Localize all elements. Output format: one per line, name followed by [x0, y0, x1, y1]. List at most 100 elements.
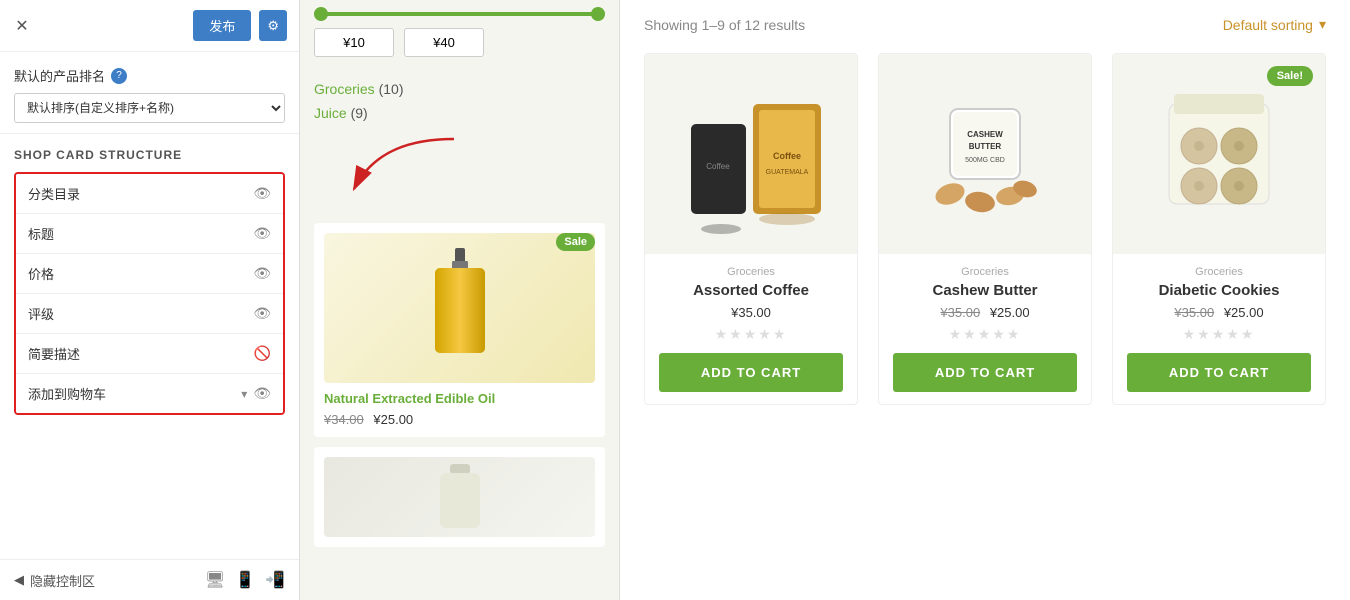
product-image-cashew: CASHEW BUTTER 500MG CBD [879, 54, 1091, 254]
sort-select[interactable]: 默认排序(自定义排序+名称) [14, 93, 285, 123]
stars-cookies: ★★★★★ [1127, 326, 1311, 343]
card-item-label-rating: 评级 [28, 304, 54, 323]
help-icon[interactable]: ? [111, 68, 127, 84]
price-new-cashew: ¥25.00 [990, 305, 1030, 320]
sorting-label: Default sorting [1223, 17, 1313, 33]
sale-badge-cookies: Sale! [1267, 66, 1313, 86]
filter-section: Groceries (10) Juice (9) [314, 81, 605, 129]
product-card-coffee: Coffee Coffee GUATEMALA Groceries Assort… [644, 53, 858, 405]
left-panel: ✕ 发布 ⚙ 默认的产品排名 ? 默认排序(自定义排序+名称) SHOP CAR… [0, 0, 300, 600]
price-old-cookies: ¥35.00 [1174, 305, 1214, 320]
product-info-cashew: Groceries Cashew Butter ¥35.00 ¥25.00 ★★… [879, 254, 1091, 404]
middle-product-card: Sale Natural Extracted Edible Oil ¥34.0 [314, 223, 605, 437]
shop-card-title: SHOP CARD STRUCTURE [14, 148, 285, 162]
eye-icon-cart[interactable]: 👁 [253, 385, 271, 402]
results-text: Showing 1–9 of 12 results [644, 17, 805, 33]
price-min-input[interactable] [314, 28, 394, 57]
results-header: Showing 1–9 of 12 results Default sortin… [644, 16, 1326, 33]
svg-text:BUTTER: BUTTER [969, 142, 1002, 151]
card-item-label-title: 标题 [28, 224, 54, 243]
product-image-cookies: Sale! [1113, 54, 1325, 254]
juice-count: (9) [351, 105, 368, 121]
filter-juice[interactable]: Juice (9) [314, 105, 605, 121]
price-range [314, 12, 605, 57]
eye-off-icon-desc[interactable]: 🚫 [254, 345, 271, 362]
chevron-down-icon-cart[interactable]: ▾ [241, 387, 247, 401]
product-image-coffee: Coffee Coffee GUATEMALA [645, 54, 857, 254]
product-category-cookies: Groceries [1127, 266, 1311, 278]
hide-panel-label: 隐藏控制区 [30, 571, 95, 590]
card-item-label-price: 价格 [28, 264, 54, 283]
right-panel: Showing 1–9 of 12 results Default sortin… [620, 0, 1350, 600]
add-to-cart-cashew[interactable]: ADD TO CART [893, 353, 1077, 392]
close-button[interactable]: ✕ [12, 16, 32, 36]
price-old: ¥34.00 [324, 412, 364, 427]
filter-groceries[interactable]: Groceries (10) [314, 81, 605, 97]
svg-text:GUATEMALA: GUATEMALA [766, 169, 809, 176]
desktop-icon[interactable]: 🖥 [205, 570, 225, 590]
card-item-label-category: 分类目录 [28, 184, 80, 203]
card-item-label-cart: 添加到购物车 [28, 384, 106, 403]
price-new-coffee: ¥35.00 [731, 305, 771, 320]
card-item-category: 分类目录 👁 [16, 174, 283, 214]
product-card-cookies: Sale! Groceries [1112, 53, 1326, 405]
product-name: Natural Extracted Edible Oil [324, 391, 595, 408]
products-grid: Coffee Coffee GUATEMALA Groceries Assort… [644, 53, 1326, 405]
lotion-bottle-svg [435, 459, 485, 534]
range-track[interactable] [314, 12, 605, 16]
mobile-icon[interactable]: 📲 [265, 570, 285, 590]
arrow-svg [314, 129, 494, 209]
sorting-select[interactable]: Default sorting ▾ [1223, 16, 1326, 33]
coffee-svg: Coffee Coffee GUATEMALA [671, 74, 831, 234]
card-item-icons-cart: ▾ 👁 [241, 385, 271, 402]
groceries-count: (10) [379, 81, 404, 97]
card-item-icons-desc: 🚫 [254, 345, 271, 362]
price-inputs [314, 28, 605, 57]
card-item-cart: 添加到购物车 ▾ 👁 [16, 374, 283, 413]
card-item-icons-rating: 👁 [253, 305, 271, 322]
sort-section: 默认的产品排名 ? 默认排序(自定义排序+名称) [0, 52, 299, 134]
middle-product2-card [314, 447, 605, 547]
product-title-cookies: Diabetic Cookies [1127, 282, 1311, 299]
card-item-title: 标题 👁 [16, 214, 283, 254]
oil-bottle-svg [425, 243, 495, 373]
card-item-price: 价格 👁 [16, 254, 283, 294]
svg-text:500MG CBD: 500MG CBD [965, 157, 1005, 164]
add-to-cart-cookies[interactable]: ADD TO CART [1127, 353, 1311, 392]
sort-label: 默认的产品排名 ? [14, 66, 285, 85]
lotion-image [324, 457, 595, 537]
view-icons: 🖥 📱 📲 [205, 570, 285, 590]
hide-panel-button[interactable]: ◀ 隐藏控制区 [14, 571, 95, 590]
arrow-annotation [314, 129, 605, 209]
price-max-input[interactable] [404, 28, 484, 57]
product-card-cashew: CASHEW BUTTER 500MG CBD Groceries Cashew… [878, 53, 1092, 405]
product-prices-coffee: ¥35.00 [659, 305, 843, 320]
svg-text:Coffee: Coffee [706, 162, 730, 171]
eye-icon-rating[interactable]: 👁 [253, 305, 271, 322]
card-item-desc: 简要描述 🚫 [16, 334, 283, 374]
product-price-row: ¥34.00 ¥25.00 [324, 412, 595, 427]
arrow-left-icon: ◀ [14, 572, 24, 588]
price-new: ¥25.00 [373, 412, 413, 427]
range-handle-right[interactable] [591, 7, 605, 21]
product-title-cashew: Cashew Butter [893, 282, 1077, 299]
product-title-coffee: Assorted Coffee [659, 282, 843, 299]
product-image [324, 233, 595, 383]
product-prices-cookies: ¥35.00 ¥25.00 [1127, 305, 1311, 320]
gear-button[interactable]: ⚙ [259, 10, 287, 41]
product-category-cashew: Groceries [893, 266, 1077, 278]
add-to-cart-coffee[interactable]: ADD TO CART [659, 353, 843, 392]
card-item-rating: 评级 👁 [16, 294, 283, 334]
eye-icon-category[interactable]: 👁 [253, 185, 271, 202]
product-prices-cashew: ¥35.00 ¥25.00 [893, 305, 1077, 320]
range-handle-left[interactable] [314, 7, 328, 21]
svg-text:Coffee: Coffee [773, 151, 801, 161]
stars-cashew: ★★★★★ [893, 326, 1077, 343]
cookies-svg [1139, 74, 1299, 234]
eye-icon-price[interactable]: 👁 [253, 265, 271, 282]
eye-icon-title[interactable]: 👁 [253, 225, 271, 242]
top-bar: ✕ 发布 ⚙ [0, 0, 299, 52]
bottom-bar: ◀ 隐藏控制区 🖥 📱 📲 [0, 559, 299, 600]
publish-button[interactable]: 发布 [193, 10, 251, 41]
tablet-icon[interactable]: 📱 [235, 570, 255, 590]
